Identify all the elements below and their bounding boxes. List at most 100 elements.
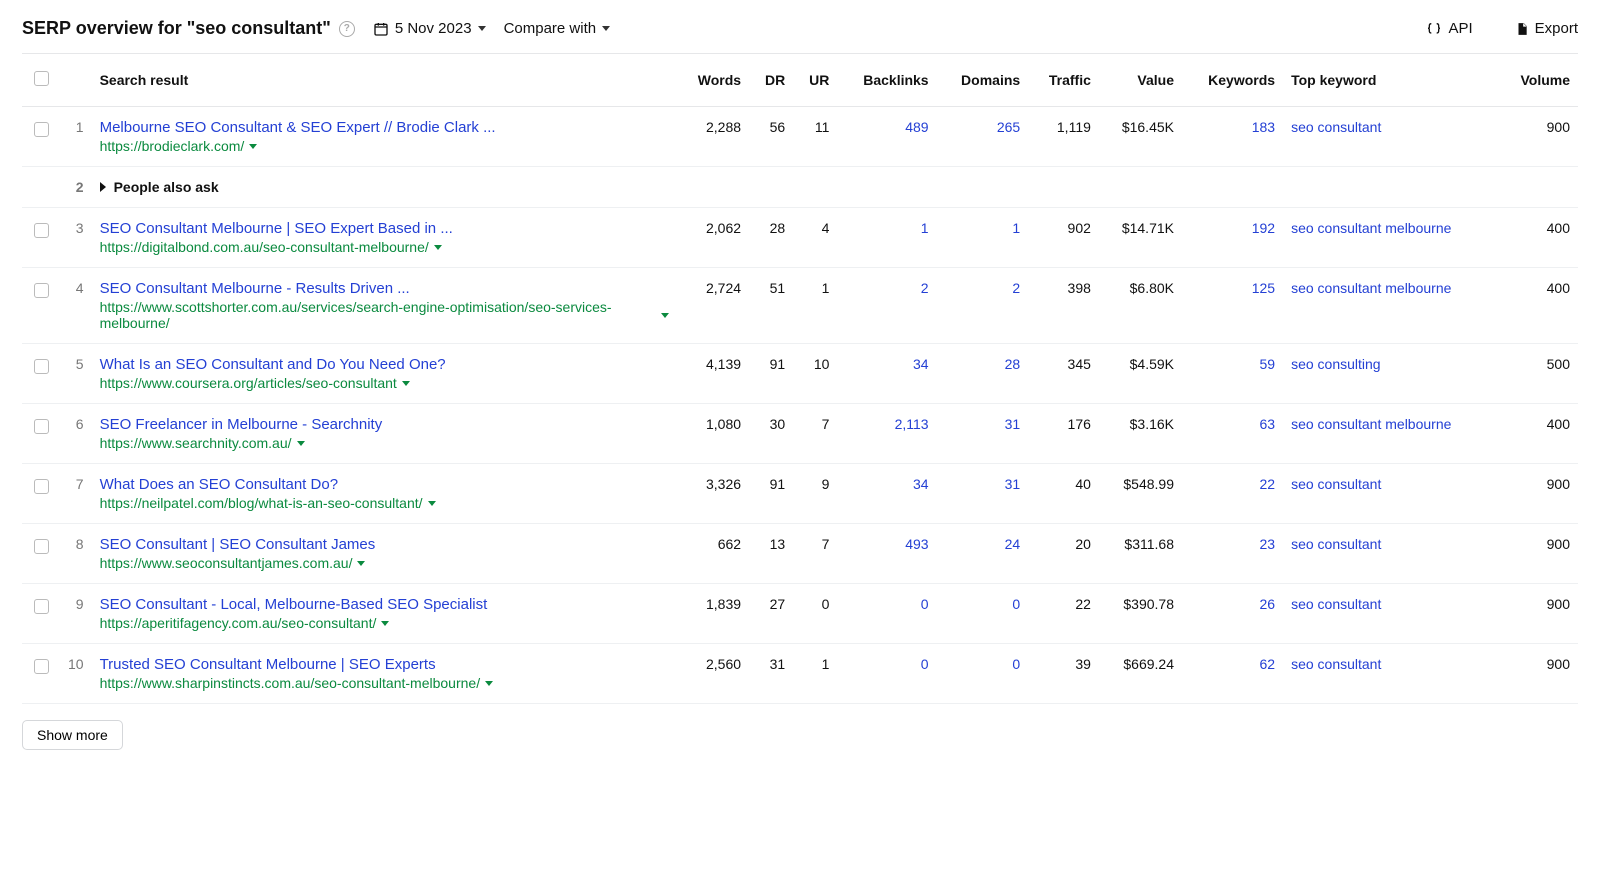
row-checkbox[interactable] [34,539,49,554]
cell-volume: 900 [1498,584,1578,644]
cell-domains[interactable]: 24 [937,524,1029,584]
cell-top-keyword[interactable]: seo consultant [1283,644,1498,704]
result-title-link[interactable]: What Does an SEO Consultant Do? [100,476,669,493]
cell-top-keyword[interactable]: seo consultant [1283,584,1498,644]
col-volume[interactable]: Volume [1498,54,1578,107]
cell-domains[interactable]: 28 [937,344,1029,404]
cell-backlinks[interactable]: 489 [837,107,936,167]
cell-traffic: 20 [1028,524,1099,584]
col-backlinks[interactable]: Backlinks [837,54,936,107]
cell-traffic: 176 [1028,404,1099,464]
result-url-dropdown[interactable]: https://www.coursera.org/articles/seo-co… [100,375,410,391]
result-url-dropdown[interactable]: https://digitalbond.com.au/seo-consultan… [100,239,442,255]
chevron-down-icon [402,381,410,386]
row-checkbox[interactable] [34,479,49,494]
row-checkbox[interactable] [34,223,49,238]
cell-volume: 900 [1498,644,1578,704]
cell-top-keyword[interactable]: seo consultant [1283,107,1498,167]
page-title: SERP overview for "seo consultant" ? [22,18,355,39]
result-url-dropdown[interactable]: https://www.scottshorter.com.au/services… [100,299,669,331]
chevron-down-icon [485,681,493,686]
help-icon[interactable]: ? [339,21,355,37]
cell-domains[interactable]: 0 [937,584,1029,644]
result-url-dropdown[interactable]: https://www.sharpinstincts.com.au/seo-co… [100,675,494,691]
cell-backlinks[interactable]: 2,113 [837,404,936,464]
result-title-link[interactable]: SEO Consultant Melbourne | SEO Expert Ba… [100,220,669,237]
result-title-link[interactable]: SEO Freelancer in Melbourne - Searchnity [100,416,669,433]
col-value[interactable]: Value [1099,54,1182,107]
cell-keywords[interactable]: 62 [1182,644,1283,704]
col-ur[interactable]: UR [793,54,837,107]
cell-value: $6.80K [1099,268,1182,344]
cell-backlinks[interactable]: 34 [837,344,936,404]
row-checkbox[interactable] [34,419,49,434]
row-checkbox[interactable] [34,599,49,614]
show-more-button[interactable]: Show more [22,720,123,750]
cell-top-keyword[interactable]: seo consultant melbourne [1283,268,1498,344]
cell-backlinks[interactable]: 2 [837,268,936,344]
result-title-link[interactable]: What Is an SEO Consultant and Do You Nee… [100,356,669,373]
cell-backlinks[interactable]: 493 [837,524,936,584]
col-words[interactable]: Words [677,54,749,107]
cell-domains[interactable]: 2 [937,268,1029,344]
cell-backlinks[interactable]: 0 [837,584,936,644]
result-url-dropdown[interactable]: https://brodieclark.com/ [100,138,258,154]
row-checkbox[interactable] [34,283,49,298]
col-traffic[interactable]: Traffic [1028,54,1099,107]
result-url-dropdown[interactable]: https://aperitifagency.com.au/seo-consul… [100,615,390,631]
result-title-link[interactable]: SEO Consultant - Local, Melbourne-Based … [100,596,669,613]
row-checkbox[interactable] [34,122,49,137]
paa-label: People also ask [114,179,219,195]
result-title-link[interactable]: SEO Consultant Melbourne - Results Drive… [100,280,669,297]
cell-top-keyword[interactable]: seo consultant melbourne [1283,208,1498,268]
cell-keywords[interactable]: 23 [1182,524,1283,584]
cell-keywords[interactable]: 63 [1182,404,1283,464]
cell-value: $390.78 [1099,584,1182,644]
col-domains[interactable]: Domains [937,54,1029,107]
cell-volume: 400 [1498,404,1578,464]
cell-dr: 28 [749,208,793,268]
compare-with-dropdown[interactable]: Compare with [504,20,611,37]
row-position: 4 [60,268,92,344]
result-url-dropdown[interactable]: https://www.seoconsultantjames.com.au/ [100,555,366,571]
people-also-ask-toggle[interactable]: People also ask [100,179,219,195]
cell-top-keyword[interactable]: seo consulting [1283,344,1498,404]
cell-domains[interactable]: 0 [937,644,1029,704]
col-top-keyword[interactable]: Top keyword [1283,54,1498,107]
cell-top-keyword[interactable]: seo consultant [1283,464,1498,524]
result-url-dropdown[interactable]: https://neilpatel.com/blog/what-is-an-se… [100,495,436,511]
cell-keywords[interactable]: 59 [1182,344,1283,404]
select-all-checkbox[interactable] [34,71,49,86]
result-title-link[interactable]: Trusted SEO Consultant Melbourne | SEO E… [100,656,669,673]
col-keywords[interactable]: Keywords [1182,54,1283,107]
cell-domains[interactable]: 1 [937,208,1029,268]
cell-domains[interactable]: 31 [937,464,1029,524]
col-dr[interactable]: DR [749,54,793,107]
result-title-link[interactable]: SEO Consultant | SEO Consultant James [100,536,669,553]
cell-keywords[interactable]: 125 [1182,268,1283,344]
cell-top-keyword[interactable]: seo consultant melbourne [1283,404,1498,464]
cell-keywords[interactable]: 192 [1182,208,1283,268]
cell-backlinks[interactable]: 0 [837,644,936,704]
col-search-result[interactable]: Search result [92,54,677,107]
cell-keywords[interactable]: 22 [1182,464,1283,524]
api-button[interactable]: API [1426,20,1472,37]
cell-backlinks[interactable]: 1 [837,208,936,268]
cell-top-keyword[interactable]: seo consultant [1283,524,1498,584]
export-button[interactable]: Export [1515,20,1578,37]
result-url-dropdown[interactable]: https://www.searchnity.com.au/ [100,435,305,451]
cell-keywords[interactable]: 183 [1182,107,1283,167]
row-checkbox[interactable] [34,359,49,374]
file-icon [1515,21,1529,37]
result-url-text: https://www.coursera.org/articles/seo-co… [100,375,397,391]
row-checkbox[interactable] [34,659,49,674]
cell-dr: 91 [749,464,793,524]
result-title-link[interactable]: Melbourne SEO Consultant & SEO Expert //… [100,119,669,136]
result-url-text: https://www.searchnity.com.au/ [100,435,292,451]
row-position: 10 [60,644,92,704]
cell-domains[interactable]: 265 [937,107,1029,167]
cell-keywords[interactable]: 26 [1182,584,1283,644]
cell-domains[interactable]: 31 [937,404,1029,464]
cell-backlinks[interactable]: 34 [837,464,936,524]
date-picker[interactable]: 5 Nov 2023 [373,20,486,37]
